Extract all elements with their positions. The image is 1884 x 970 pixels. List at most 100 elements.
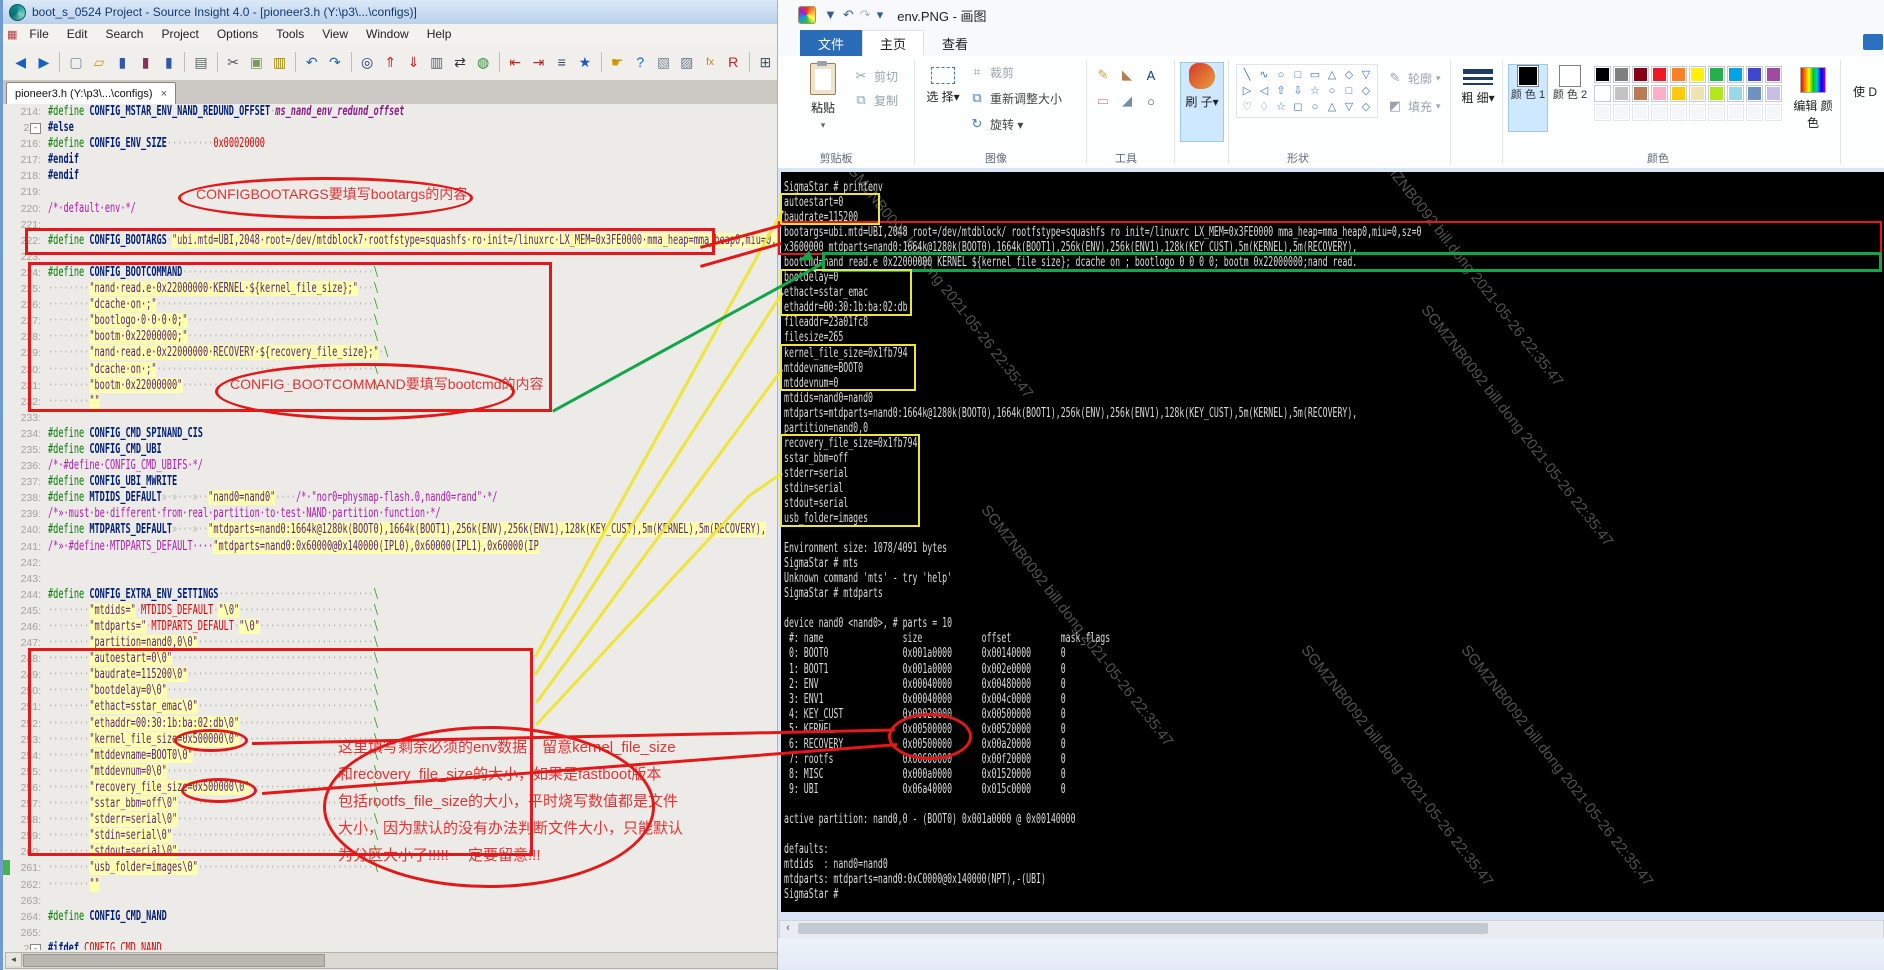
palette-swatch-empty[interactable] — [1670, 104, 1687, 121]
replace-xy-icon[interactable]: ⇄ — [449, 51, 470, 74]
copy-icon[interactable]: ▣ — [246, 51, 267, 74]
save-as-icon[interactable]: ▮ — [135, 51, 156, 74]
palette-swatch[interactable] — [1746, 85, 1763, 102]
palette-swatch[interactable] — [1708, 85, 1725, 102]
palette-swatch[interactable] — [1613, 66, 1630, 83]
shape-icon[interactable]: □ — [1290, 67, 1306, 82]
shape-icon[interactable]: ◇ — [1358, 83, 1374, 98]
shape-fill-button[interactable]: ◩ 填充 ▾ — [1386, 96, 1441, 116]
context-help-icon[interactable]: ☛ — [606, 51, 627, 74]
shape-icon[interactable]: ⇩ — [1290, 83, 1306, 98]
open-file-icon[interactable]: ▱ — [89, 51, 110, 74]
tab-pioneer3h[interactable]: pioneer3.h (Y:\p3\...\configs) × — [6, 82, 177, 105]
shape-icon[interactable]: △ — [1324, 99, 1340, 114]
palette-swatch-empty[interactable] — [1632, 104, 1649, 121]
shape-icon[interactable]: ○ — [1273, 67, 1289, 82]
copy-button[interactable]: ⧉ 复制 — [852, 90, 898, 110]
undo-icon[interactable]: ↶ — [843, 7, 854, 22]
crop-button[interactable]: ⌗ 裁剪 — [968, 62, 1014, 82]
palette-swatch[interactable] — [1765, 85, 1782, 102]
search-up-icon[interactable]: ⇑ — [380, 51, 401, 74]
shape-outline-button[interactable]: ✎ 轮廓 ▾ — [1386, 68, 1441, 88]
palette-swatch[interactable] — [1594, 85, 1611, 102]
edit-colors-button[interactable]: 编辑 颜色 — [1790, 62, 1836, 142]
shape-icon[interactable]: ◇ — [1358, 99, 1374, 114]
paint-canvas[interactable]: SigmaStar # printenv autoestart=0 baudra… — [778, 168, 1884, 970]
search-down-icon[interactable]: ⇓ — [403, 51, 424, 74]
nav-forward-icon[interactable]: ▶ — [33, 51, 54, 74]
palette-swatch[interactable] — [1613, 85, 1630, 102]
magnifier-icon[interactable]: ○ — [1142, 92, 1160, 110]
cut-button[interactable]: ✂ 剪切 — [852, 66, 898, 86]
brushes-button[interactable]: 刷 子▾ — [1180, 62, 1224, 142]
palette-swatch[interactable] — [1727, 66, 1744, 83]
shape-icon[interactable]: ♡ — [1239, 99, 1255, 114]
shape-icon[interactable]: ☆ — [1273, 99, 1289, 114]
tab-home[interactable]: 主页 — [862, 30, 924, 56]
fold-toggle-icon[interactable]: - — [30, 123, 41, 135]
fill-bucket-icon[interactable]: ◣ — [1118, 66, 1136, 84]
text-icon[interactable]: A — [1142, 66, 1160, 84]
menu-item-options[interactable]: Options — [209, 25, 266, 43]
book-icon[interactable]: ▨ — [676, 51, 697, 74]
palette-swatch[interactable] — [1651, 66, 1668, 83]
shape-icon[interactable]: ◇ — [1341, 67, 1357, 82]
search-icon[interactable]: ◎ — [356, 51, 377, 74]
paste-icon[interactable]: ▥ — [269, 51, 290, 74]
qat-dropdown-icon[interactable]: ▾ — [877, 7, 884, 22]
palette-swatch-empty[interactable] — [1594, 104, 1611, 121]
paste-button[interactable]: 粘贴 ▾ — [800, 61, 846, 142]
menu-item-project[interactable]: Project — [153, 25, 206, 43]
paste-dropdown-icon[interactable]: ▾ — [821, 120, 826, 131]
save-icon[interactable]: ▮ — [112, 51, 133, 74]
palette-swatch[interactable] — [1746, 66, 1763, 83]
palette-swatch[interactable] — [1651, 85, 1668, 102]
fold-toggle-icon[interactable]: - — [30, 943, 41, 950]
tab-view[interactable]: 查看 — [924, 30, 986, 56]
menu-item-tools[interactable]: Tools — [268, 25, 312, 43]
color1-button[interactable]: 颜 色 1 — [1508, 64, 1548, 132]
si-horizontal-scrollbar[interactable]: ◂ — [5, 952, 777, 969]
palette-swatch[interactable] — [1689, 85, 1706, 102]
scroll-left-icon[interactable]: ‹ — [780, 921, 796, 936]
help-icon[interactable]: ? — [630, 51, 651, 74]
redo-icon[interactable]: ↷ — [860, 7, 871, 22]
nav-back-icon[interactable]: ◀ — [10, 51, 31, 74]
palette-swatch[interactable] — [1765, 66, 1782, 83]
menu-item-view[interactable]: View — [314, 25, 356, 43]
palette-swatch-empty[interactable] — [1765, 104, 1782, 121]
shape-icon[interactable]: ○ — [1307, 99, 1323, 114]
paint-horizontal-scrollbar[interactable]: ‹ — [779, 920, 1884, 939]
print-icon[interactable]: ▤ — [190, 51, 211, 74]
shape-icon[interactable]: ♢ — [1256, 99, 1272, 114]
redo-icon[interactable]: ↷ — [324, 51, 345, 74]
function-fx-icon[interactable]: fx — [699, 51, 720, 74]
jump-next-icon[interactable]: ⇥ — [528, 51, 549, 74]
size-button[interactable]: 粗 细▾ — [1456, 62, 1500, 142]
search-files-icon[interactable]: ▥ — [426, 51, 447, 74]
palette-swatch-empty[interactable] — [1613, 104, 1630, 121]
jump-previous-icon[interactable]: ⇤ — [505, 51, 526, 74]
palette-swatch-empty[interactable] — [1689, 104, 1706, 121]
doc-view-icon[interactable]: ▧ — [653, 51, 674, 74]
shape-icon[interactable]: △ — [1324, 67, 1340, 82]
shape-icon[interactable]: □ — [1341, 83, 1357, 98]
favorites-icon[interactable]: ★ — [574, 51, 595, 74]
menu-item-edit[interactable]: Edit — [59, 25, 96, 43]
shape-icon[interactable]: ☆ — [1307, 83, 1323, 98]
tab-file[interactable]: 文件 — [800, 30, 862, 56]
color2-button[interactable]: 颜 色 2 — [1550, 64, 1590, 132]
shape-icon[interactable]: ▷ — [1239, 83, 1255, 98]
undo-icon[interactable]: ↶ — [301, 51, 322, 74]
palette-swatch[interactable] — [1670, 85, 1687, 102]
code-editor[interactable]: 214: #define CONFIG_MSTAR_ENV_NAND_REDUND… — [3, 104, 777, 950]
search-web-icon[interactable]: ◍ — [473, 51, 494, 74]
eraser-icon[interactable]: ▭ — [1094, 92, 1112, 110]
ribbon-help-button[interactable] — [1863, 34, 1883, 50]
relation-r-icon[interactable]: R — [723, 51, 744, 74]
palette-swatch[interactable] — [1594, 66, 1611, 83]
palette-swatch-empty[interactable] — [1746, 104, 1763, 121]
select-button[interactable]: 选 择▾ — [922, 62, 964, 142]
palette-swatch[interactable] — [1670, 66, 1687, 83]
palette-swatch-empty[interactable] — [1727, 104, 1744, 121]
